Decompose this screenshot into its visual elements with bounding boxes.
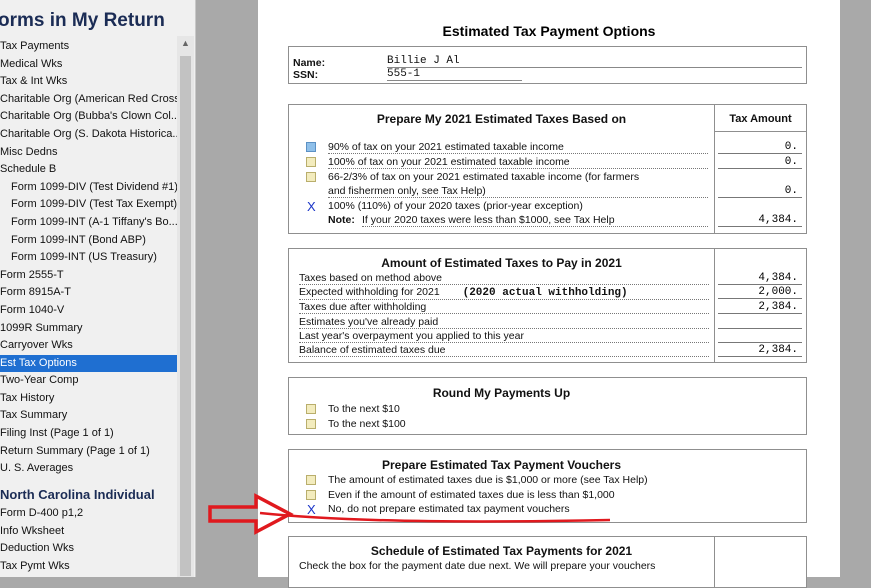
sidebar-item[interactable]: Return Summary (Page 1 of 1) bbox=[0, 443, 177, 461]
method-90pct-label: 90% of tax on your 2021 estimated taxabl… bbox=[328, 141, 708, 154]
taxes-based-amount[interactable]: 4,384. bbox=[718, 272, 802, 285]
method-farmers-label: 66-2/3% of tax on your 2021 estimated ta… bbox=[328, 171, 640, 183]
taxpayer-info-box: Name: SSN: Billie J Al 555-1 bbox=[288, 46, 807, 84]
tax-amount-heading: Tax Amount bbox=[729, 113, 792, 125]
sidebar-item[interactable]: Tax Pymt Wks bbox=[0, 558, 177, 576]
estimate-method-box: Prepare My 2021 Estimated Taxes Based on… bbox=[288, 104, 807, 234]
note-text: If your 2020 taxes were less than $1000,… bbox=[362, 214, 708, 227]
round-100-label: To the next $100 bbox=[328, 418, 406, 430]
taxes-due-label: Taxes due after withholding bbox=[299, 301, 709, 314]
sidebar-item[interactable]: Filing Inst (Page 1 of 1) bbox=[0, 425, 177, 443]
voucher-1000-checkbox[interactable] bbox=[306, 475, 316, 485]
sidebar-item[interactable]: Form 8915A-T bbox=[0, 284, 177, 302]
sidebar-item[interactable]: Carryover Wks bbox=[0, 337, 177, 355]
note-label: Note: bbox=[328, 214, 355, 226]
sidebar-item[interactable]: Medical Wks bbox=[0, 56, 177, 74]
taxes-based-label: Taxes based on method above bbox=[299, 272, 709, 285]
expected-withholding-row: Expected withholding for 2021 (2020 actu… bbox=[299, 286, 709, 300]
overpayment-label: Last year's overpayment you applied to t… bbox=[299, 330, 709, 343]
expected-withholding-label: Expected withholding for 2021 bbox=[299, 286, 440, 298]
sidebar-item[interactable]: Form 2555-T bbox=[0, 267, 177, 285]
sidebar-item-selected[interactable]: Est Tax Options bbox=[0, 354, 177, 373]
form-title: Estimated Tax Payment Options bbox=[442, 23, 656, 39]
sidebar-item[interactable]: Charitable Org (Bubba's Clown Col... bbox=[0, 108, 177, 126]
estimates-paid-amount[interactable] bbox=[718, 316, 802, 329]
scroll-up-icon[interactable]: ▲ bbox=[181, 38, 190, 48]
sidebar-title: orms in My Return bbox=[0, 10, 165, 31]
forms-sidebar: orms in My Return Tax Payments Medical W… bbox=[0, 0, 196, 577]
method-farmers-amount[interactable]: 0. bbox=[718, 185, 802, 198]
method-prior-year-amount[interactable]: 4,384. bbox=[718, 214, 802, 227]
ssn-label: SSN: bbox=[293, 69, 319, 81]
sidebar-item[interactable]: Deduction Wks bbox=[0, 540, 177, 558]
sidebar-item[interactable]: 1099R Summary bbox=[0, 320, 177, 338]
scrollbar-thumb[interactable] bbox=[180, 56, 191, 576]
name-field[interactable]: Billie J Al bbox=[387, 55, 802, 68]
method-farmers-checkbox[interactable] bbox=[306, 172, 316, 182]
ssn-field[interactable]: 555-1 bbox=[387, 68, 522, 81]
balance-due-label: Balance of estimated taxes due bbox=[299, 344, 709, 357]
round-10-label: To the next $10 bbox=[328, 403, 400, 415]
round-payments-box: Round My Payments Up To the next $10 To … bbox=[288, 377, 807, 435]
sidebar-item[interactable]: Info Wksheet bbox=[0, 523, 177, 541]
vouchers-heading: Prepare Estimated Tax Payment Vouchers bbox=[382, 458, 621, 472]
sidebar-item[interactable]: Charitable Org (American Red Cross) bbox=[0, 91, 177, 109]
annotation-underline bbox=[259, 511, 611, 523]
sidebar-section-title: North Carolina Individual bbox=[0, 487, 155, 502]
estimates-paid-label: Estimates you've already paid bbox=[299, 316, 709, 329]
sidebar-item[interactable]: Charitable Org (S. Dakota Historica... bbox=[0, 126, 177, 144]
method-100pct-label: 100% of tax on your 2021 estimated taxab… bbox=[328, 156, 708, 169]
schedule-heading: Schedule of Estimated Tax Payments for 2… bbox=[370, 544, 633, 558]
sidebar-item[interactable]: Form 1099-DIV (Test Tax Exempt) bbox=[0, 196, 177, 214]
state-forms-list: Form D-400 p1,2 Info Wksheet Deduction W… bbox=[0, 505, 177, 575]
round-payments-heading: Round My Payments Up bbox=[432, 386, 571, 400]
method-90pct-amount[interactable]: 0. bbox=[718, 141, 802, 154]
sidebar-item[interactable]: Tax History bbox=[0, 390, 177, 408]
method-90pct-checkbox[interactable] bbox=[306, 142, 316, 152]
voucher-1000-label: The amount of estimated taxes due is $1,… bbox=[328, 474, 648, 486]
sidebar-item[interactable]: Form 1099-DIV (Test Dividend #1) bbox=[0, 179, 177, 197]
sidebar-scrollbar[interactable]: ▲ bbox=[177, 36, 194, 577]
voucher-less-label: Even if the amount of estimated taxes du… bbox=[328, 489, 615, 501]
name-label: Name: bbox=[293, 57, 326, 69]
method-prior-year-checkbox[interactable]: X bbox=[306, 200, 316, 213]
sidebar-item[interactable]: U. S. Averages bbox=[0, 460, 177, 478]
round-100-checkbox[interactable] bbox=[306, 419, 316, 429]
sidebar-item[interactable]: Two-Year Comp bbox=[0, 372, 177, 390]
sidebar-item[interactable]: Tax & Int Wks bbox=[0, 73, 177, 91]
form-page: Estimated Tax Payment Options Name: SSN:… bbox=[258, 0, 840, 588]
sidebar-item[interactable]: Form 1099-INT (Bond ABP) bbox=[0, 232, 177, 250]
schedule-box: Schedule of Estimated Tax Payments for 2… bbox=[288, 536, 807, 588]
balance-due-amount[interactable]: 2,384. bbox=[718, 344, 802, 357]
sidebar-item[interactable]: Form 1099-INT (A-1 Tiffany's Bo... bbox=[0, 214, 177, 232]
taxes-due-amount[interactable]: 2,384. bbox=[718, 301, 802, 314]
estimate-method-heading: Prepare My 2021 Estimated Taxes Based on bbox=[376, 112, 627, 126]
method-prior-year-label: 100% (110%) of your 2020 taxes (prior-ye… bbox=[328, 200, 583, 212]
method-100pct-checkbox[interactable] bbox=[306, 157, 316, 167]
expected-withholding-amount[interactable]: 2,000. bbox=[718, 286, 802, 299]
forms-list: Tax Payments Medical Wks Tax & Int Wks C… bbox=[0, 38, 177, 478]
sidebar-item[interactable]: Form 1040-V bbox=[0, 302, 177, 320]
sidebar-item[interactable]: Form 1099-INT (US Treasury) bbox=[0, 249, 177, 267]
sidebar-item[interactable]: Tax Summary bbox=[0, 407, 177, 425]
amount-to-pay-heading: Amount of Estimated Taxes to Pay in 2021 bbox=[381, 256, 622, 270]
withholding-note: (2020 actual withholding) bbox=[462, 287, 628, 299]
round-10-checkbox[interactable] bbox=[306, 404, 316, 414]
method-farmers-label-2: and fishermen only, see Tax Help) bbox=[328, 185, 708, 198]
method-100pct-amount[interactable]: 0. bbox=[718, 156, 802, 169]
overpayment-amount[interactable] bbox=[718, 330, 802, 343]
sidebar-item[interactable]: Form D-400 p1,2 bbox=[0, 505, 177, 523]
sidebar-item[interactable]: Schedule B bbox=[0, 161, 177, 179]
schedule-text: Check the box for the payment date due n… bbox=[299, 560, 656, 572]
sidebar-item[interactable]: Misc Dedns bbox=[0, 144, 177, 162]
sidebar-item[interactable]: Tax Payments bbox=[0, 38, 177, 56]
amount-to-pay-box: Amount of Estimated Taxes to Pay in 2021… bbox=[288, 248, 807, 363]
